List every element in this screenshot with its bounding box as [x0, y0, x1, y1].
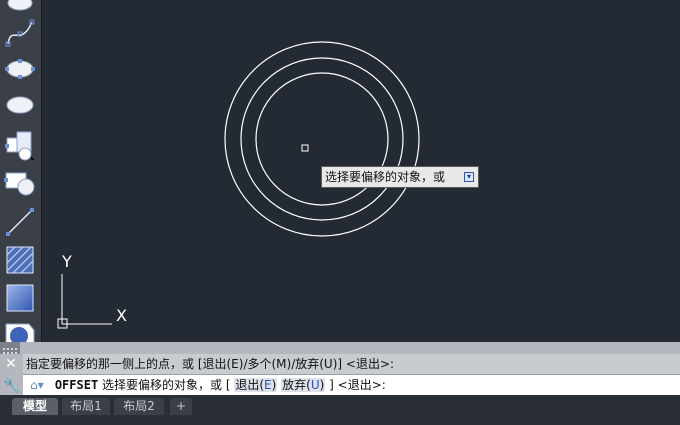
- tab-model[interactable]: 模型: [12, 398, 58, 415]
- dynamic-input-tooltip: 选择要偏移的对象，或 ▾: [321, 166, 479, 188]
- offset-circle-outer: [224, 41, 420, 237]
- line-icon[interactable]: [3, 205, 37, 239]
- wrench-icon[interactable]: 🔧: [3, 378, 20, 394]
- command-prompt-text: 选择要偏移的对象，或 [: [102, 378, 231, 392]
- layout-tabs: 模型 布局1 布局2 +: [0, 395, 680, 425]
- gradient-icon[interactable]: [3, 281, 37, 315]
- command-line-window: ✕ 🔧 指定要偏移的那一侧上的点，或 [退出(E)/多个(M)/放弃(U)] <…: [0, 342, 680, 395]
- grip-handle[interactable]: [0, 342, 20, 354]
- tooltip-text: 选择要偏移的对象，或: [325, 170, 446, 184]
- ellipse-icon[interactable]: [3, 0, 37, 20]
- region-icon[interactable]: [3, 128, 37, 162]
- option-exit[interactable]: 退出(E): [234, 378, 278, 392]
- ucs-x-label: X: [116, 306, 127, 325]
- command-input[interactable]: ⌂▾ OFFSET 选择要偏移的对象，或 [ 退出(E) 放弃(U) ] <退出…: [23, 374, 680, 395]
- command-history: 指定要偏移的那一侧上的点，或 [退出(E)/多个(M)/放弃(U)] <退出>:: [23, 354, 680, 374]
- command-suffix: ] <退出>:: [329, 378, 386, 392]
- ellipse-grips-icon[interactable]: [3, 52, 37, 86]
- ellipse-icon[interactable]: [3, 88, 37, 122]
- ucs-y-label: Y: [62, 252, 72, 271]
- draw-toolbar: [0, 0, 42, 352]
- option-undo[interactable]: 放弃(U): [281, 378, 326, 392]
- tab-layout2[interactable]: 布局2: [114, 398, 164, 415]
- offset-circle-middle: [240, 57, 404, 221]
- ucs-icon: [57, 274, 112, 329]
- close-icon[interactable]: ✕: [4, 357, 18, 371]
- command-name: OFFSET: [54, 378, 99, 392]
- pickbox-cursor: [301, 144, 309, 152]
- spline-icon[interactable]: [3, 18, 37, 52]
- tab-layout1[interactable]: 布局1: [62, 398, 110, 415]
- hatch-icon[interactable]: [3, 243, 37, 277]
- expand-down-icon[interactable]: ▾: [464, 172, 474, 182]
- add-layout-tab-button[interactable]: +: [170, 398, 192, 415]
- command-prompt-icon[interactable]: ⌂▾: [23, 375, 51, 395]
- rectangle-circle-icon[interactable]: [3, 167, 37, 201]
